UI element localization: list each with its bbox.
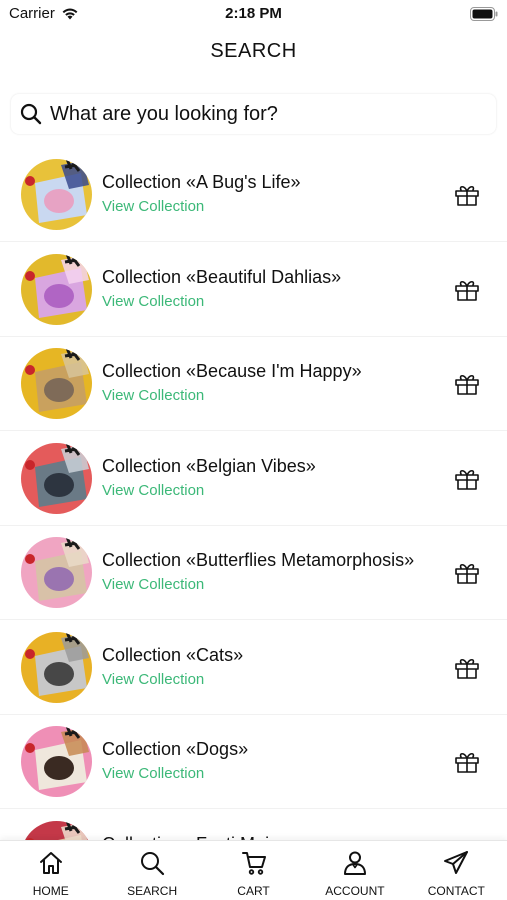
collection-thumbnail [21, 348, 92, 419]
collection-row[interactable]: Collection «Because I'm Happy» View Colle… [0, 337, 507, 431]
gift-box-icon[interactable] [454, 372, 480, 396]
tab-search[interactable]: SEARCH [101, 841, 202, 900]
status-time: 2:18 PM [225, 5, 282, 22]
account-icon [343, 851, 366, 875]
collection-row[interactable]: Collection «Festi Mois»View Collection [0, 810, 507, 840]
collection-row[interactable]: Collection «Cats» View Collection [0, 621, 507, 715]
view-collection-link[interactable]: View Collection [102, 671, 204, 688]
collection-row[interactable]: Collection «Butterflies Metamorphosis» Vi… [0, 526, 507, 620]
tab-home[interactable]: HOME [0, 841, 101, 900]
search-bar[interactable] [11, 94, 496, 134]
battery-icon [470, 7, 498, 21]
collection-thumbnail [21, 820, 92, 840]
cart-icon [241, 852, 266, 875]
tab-bar: HOME SEARCH CART ACCOUNT CONTACT [0, 840, 507, 900]
collection-row[interactable]: Collection «A Bug's Life» View Collection [0, 148, 507, 242]
search-icon [20, 103, 42, 125]
view-collection-link[interactable]: View Collection [102, 765, 204, 782]
collection-row[interactable]: Collection «Beautiful Dahlias» View Colle… [0, 243, 507, 337]
gift-box-icon[interactable] [454, 656, 480, 680]
collection-thumbnail [21, 159, 92, 230]
view-collection-link[interactable]: View Collection [102, 198, 204, 215]
collection-title: Collection «Butterflies Metamorphosis» [102, 550, 415, 570]
gift-box-icon[interactable] [454, 750, 480, 774]
collection-row[interactable]: Collection «Dogs» View Collection [0, 715, 507, 809]
collection-title: Collection «Belgian Vibes» [102, 455, 316, 476]
tab-account-label: ACCOUNT [325, 884, 385, 898]
collection-title: Collection «Dogs» [102, 739, 249, 759]
collection-thumbnail [21, 726, 92, 797]
collection-title: Collection «Because I'm Happy» [102, 361, 362, 381]
status-bar: Carrier 2:18 PM [0, 0, 507, 30]
collection-thumbnail [21, 537, 92, 608]
tab-contact-label: CONTACT [427, 884, 485, 898]
view-collection-link[interactable]: View Collection [102, 293, 204, 310]
tab-search-label: SEARCH [127, 884, 178, 898]
gift-box-icon[interactable] [454, 561, 480, 585]
tab-contact[interactable]: CONTACT [406, 841, 507, 900]
collection-row[interactable]: Collection «Belgian Vibes» View Collectio… [0, 432, 507, 526]
collection-title: Collection «Beautiful Dahlias» [102, 266, 342, 287]
view-collection-link[interactable]: View Collection [102, 387, 204, 404]
collection-list[interactable]: Collection «A Bug's Life» View Collection… [0, 148, 507, 840]
collection-thumbnail [21, 631, 92, 703]
paper-plane-icon [444, 851, 469, 874]
tab-account[interactable]: ACCOUNT [304, 841, 405, 900]
tab-cart[interactable]: CART [203, 841, 304, 900]
gift-box-icon[interactable] [454, 467, 480, 491]
search-input[interactable] [50, 102, 470, 126]
gift-box-icon[interactable] [454, 183, 480, 207]
collection-title: Collection «A Bug's Life» [102, 172, 301, 192]
page-title: SEARCH [210, 40, 297, 62]
home-icon [39, 852, 62, 874]
tab-cart-label: CART [237, 884, 270, 898]
collection-thumbnail [21, 442, 92, 514]
view-collection-link[interactable]: View Collection [102, 482, 204, 499]
collection-thumbnail [21, 253, 92, 325]
view-collection-link[interactable]: View Collection [102, 576, 204, 593]
tab-home-label: HOME [32, 884, 69, 898]
gift-box-icon[interactable] [454, 278, 480, 302]
collection-title: Collection «Cats» [102, 644, 244, 665]
search-icon [141, 852, 165, 876]
